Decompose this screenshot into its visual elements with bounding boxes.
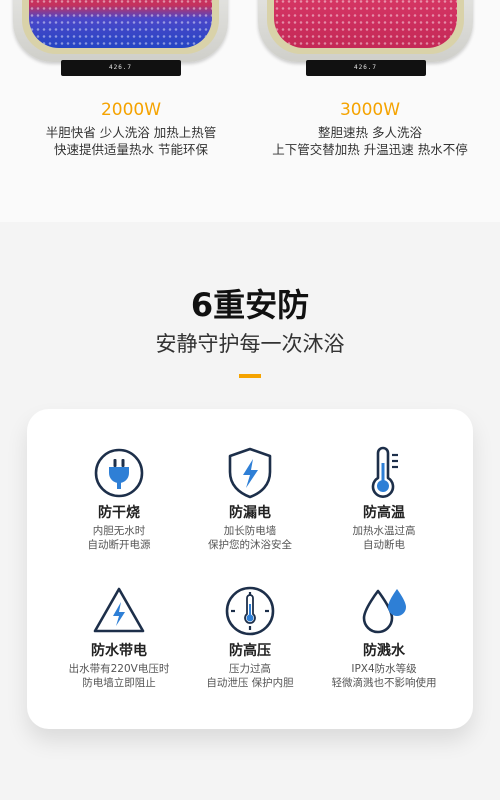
thermometer-icon — [371, 446, 398, 498]
feature-desc-line: 自动断电 — [363, 539, 405, 551]
shield-lightning-icon — [228, 447, 272, 499]
accent-divider — [239, 374, 261, 378]
feature-desc-line: 保护您的沐浴安全 — [208, 539, 292, 551]
feature-dry-burn: 防干烧 内胆无水时 自动断开电源 — [44, 445, 194, 552]
feature-name: 防溅水 — [363, 643, 405, 659]
heater-display: 426.7 — [305, 60, 426, 76]
feature-name: 防干烧 — [98, 505, 140, 521]
feature-desc-line: 防电墙立即阻止 — [82, 677, 156, 689]
feature-desc-line: 压力过高 — [229, 663, 271, 675]
feature-desc-line: 加长防电墙 — [223, 525, 277, 537]
section-title: 6重安防 — [190, 286, 310, 324]
feature-desc-line: 自动泄压 保护内胆 — [206, 677, 294, 689]
wattage-label: 2000W — [100, 100, 162, 120]
heater-image-3000w: 426.7 — [258, 0, 473, 76]
warning-lightning-icon — [93, 587, 145, 633]
feature-name: 防水带电 — [91, 643, 147, 659]
feature-leakage: 防漏电 加长防电墙 保护您的沐浴安全 — [175, 445, 325, 552]
feature-water-electric: 防水带电 出水带有220V电压时 防电墙立即阻止 — [44, 583, 194, 690]
feature-splash-proof: 防溅水 IPX4防水等级 轻微滴溅也不影响使用 — [309, 583, 459, 690]
feature-desc-line: 内胆无水时 — [92, 525, 146, 537]
feature-high-pressure: 防高压 压力过高 自动泄压 保护内胆 — [175, 583, 325, 690]
product-description-line: 半胆快省 少人洗浴 加热上热管 — [45, 125, 217, 140]
plug-icon — [94, 448, 144, 498]
feature-name: 防高压 — [229, 643, 271, 659]
safety-features-card: 防干烧 内胆无水时 自动断开电源 防漏电 加长防电墙 保护您的沐浴安全 防高温 … — [27, 409, 473, 729]
feature-desc-line: 加热水温过高 — [352, 525, 416, 537]
product-comparison: 426.7 426.7 2000W 半胆快省 少人洗浴 加热上热管 快速提供适量… — [0, 0, 500, 222]
product-description-line: 整胆速热 多人洗浴 — [318, 125, 422, 140]
feature-desc-line: 自动断开电源 — [87, 539, 151, 551]
wattage-label: 3000W — [339, 100, 401, 120]
section-subtitle: 安静守护每一次沐浴 — [155, 332, 345, 356]
product-description-line: 上下管交替加热 升温迅速 热水不停 — [272, 142, 468, 157]
feature-desc-line: 轻微滴溅也不影响使用 — [331, 677, 437, 689]
product-description-line: 快速提供适量热水 节能环保 — [54, 142, 208, 157]
water-drops-icon — [362, 589, 406, 634]
feature-name: 防漏电 — [229, 505, 271, 521]
feature-overheat: 防高温 加热水温过高 自动断电 — [309, 445, 459, 552]
heater-display: 426.7 — [60, 60, 181, 76]
feature-desc-line: IPX4防水等级 — [351, 663, 417, 675]
feature-name: 防高温 — [363, 505, 405, 521]
feature-desc-line: 出水带有220V电压时 — [68, 663, 170, 675]
heater-image-2000w: 426.7 — [13, 0, 228, 76]
pressure-gauge-icon — [225, 586, 275, 636]
